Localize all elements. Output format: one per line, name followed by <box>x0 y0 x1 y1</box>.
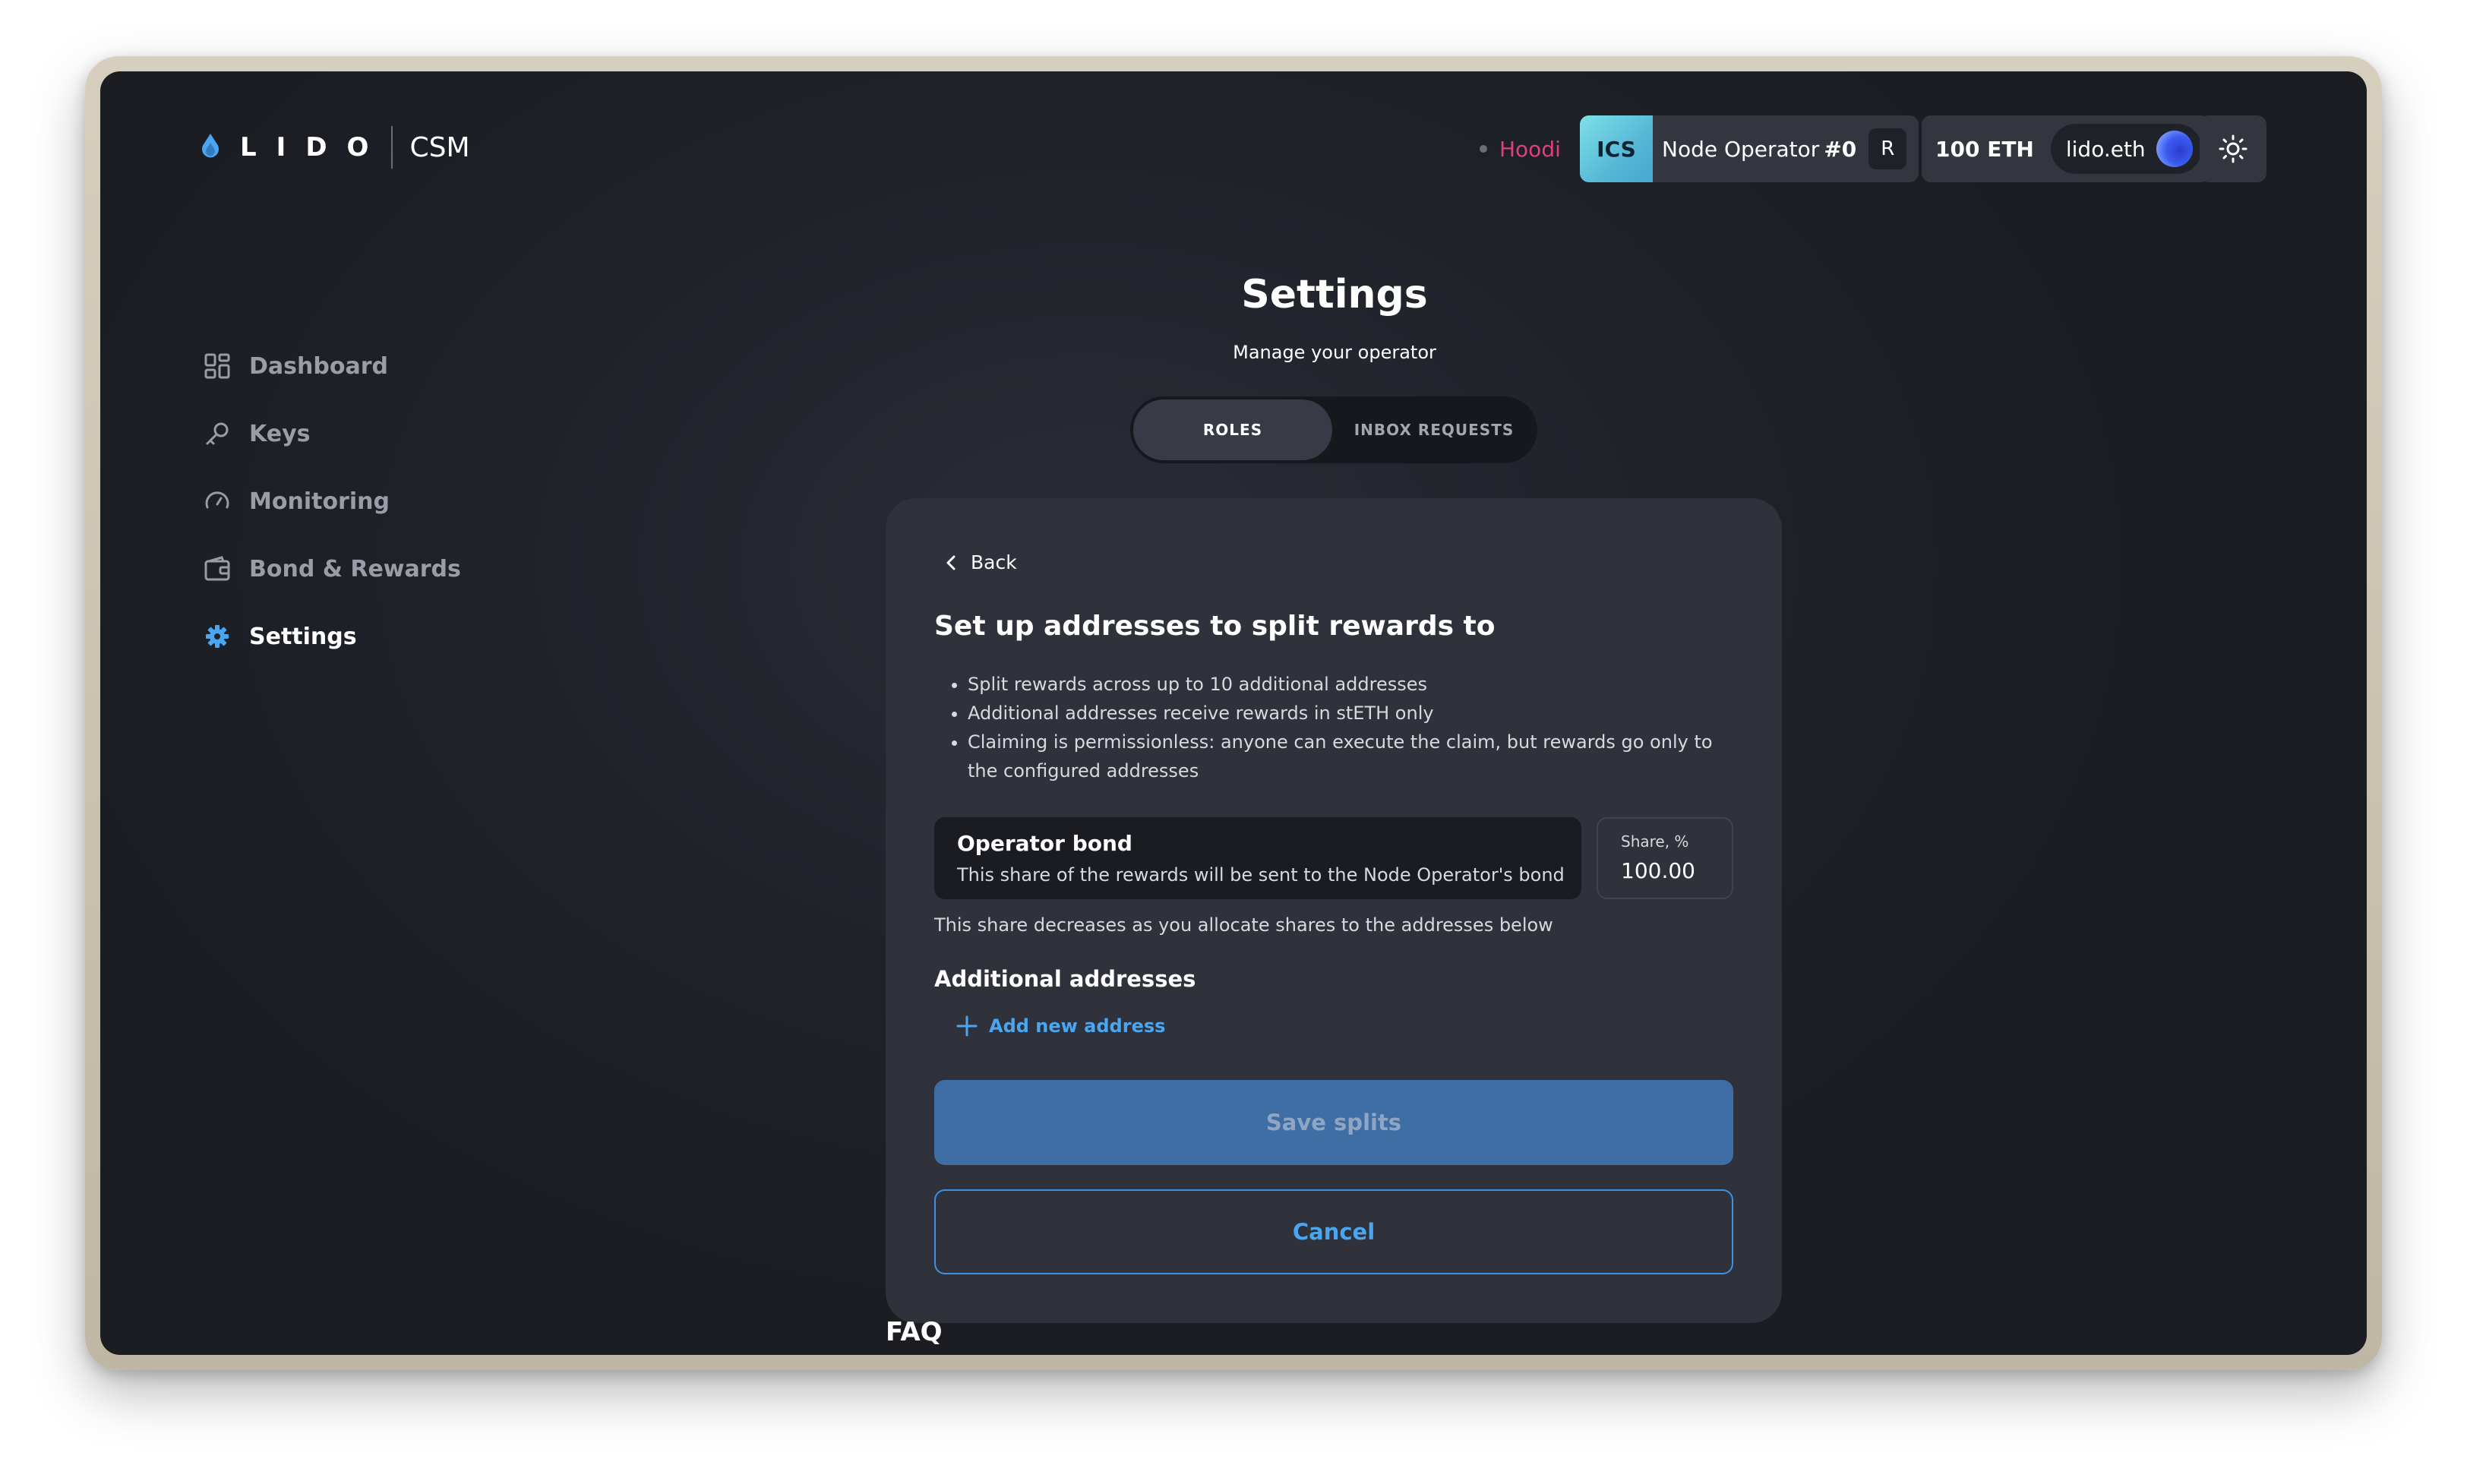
network-name: Hoodi <box>1499 136 1561 162</box>
cancel-button[interactable]: Cancel <box>934 1189 1733 1274</box>
lido-drop-icon <box>202 134 219 158</box>
split-rewards-card: Back Set up addresses to split rewards t… <box>886 498 1782 1323</box>
tab-inbox-requests[interactable]: INBOX REQUESTS <box>1334 399 1534 460</box>
list-item: Split rewards across up to 10 additional… <box>968 670 1742 699</box>
sidebar-item-bond-rewards[interactable]: Bond & Rewards <box>202 548 506 590</box>
operator-bond-row: Operator bond This share of the rewards … <box>934 817 1581 899</box>
eth-balance: 100 ETH <box>1935 136 2034 162</box>
sidebar-item-label: Monitoring <box>249 488 390 515</box>
sun-icon <box>2219 134 2247 163</box>
share-label: Share, % <box>1621 832 1689 851</box>
page-subtitle: Manage your operator <box>1233 342 1436 363</box>
wallet-button[interactable]: 100 ETH lido.eth <box>1922 115 2210 182</box>
account-chip[interactable]: lido.eth <box>2050 124 2202 174</box>
network-indicator[interactable]: Hoodi <box>1480 115 1561 182</box>
sidebar: Dashboard Keys Monitoring Bond & Rewards… <box>202 345 506 683</box>
additional-addresses-heading: Additional addresses <box>934 966 1196 992</box>
faq-heading: FAQ <box>886 1317 943 1347</box>
logo-separator <box>391 126 393 169</box>
add-new-address-label: Add new address <box>989 1015 1166 1037</box>
sidebar-item-settings[interactable]: Settings <box>202 615 506 658</box>
network-status-dot <box>1480 145 1487 153</box>
info-list: Split rewards across up to 10 additional… <box>934 670 1742 785</box>
share-value: 100.00 <box>1621 858 1695 883</box>
page-title: Settings <box>1241 272 1428 317</box>
save-splits-button[interactable]: Save splits <box>934 1080 1733 1165</box>
logo-text: LIDO <box>240 132 389 163</box>
card-title: Set up addresses to split rewards to <box>934 611 1496 642</box>
product-name: CSM <box>409 131 470 163</box>
sidebar-item-label: Keys <box>249 420 311 447</box>
avatar <box>2156 131 2193 167</box>
list-item: Additional addresses receive rewards in … <box>968 699 1742 728</box>
operator-selector[interactable]: ICS Node Operator #0 R <box>1580 115 1919 182</box>
operator-name: Node Operator <box>1662 136 1820 162</box>
back-button[interactable]: Back <box>945 551 1017 573</box>
device-frame: LIDO CSM Hoodi ICS Node Operator #0 R 10… <box>85 56 2382 1370</box>
sidebar-item-label: Settings <box>249 623 357 650</box>
ens-name: lido.eth <box>2065 136 2146 162</box>
operator-number: #0 <box>1824 136 1857 162</box>
chevron-left-icon <box>946 555 956 570</box>
share-field: Share, % 100.00 <box>1597 817 1733 899</box>
add-new-address-button[interactable]: Add new address <box>956 1015 1165 1037</box>
list-item: Claiming is permissionless: anyone can e… <box>968 728 1742 785</box>
gauge-icon <box>202 486 232 516</box>
sidebar-item-monitoring[interactable]: Monitoring <box>202 480 506 523</box>
sidebar-item-keys[interactable]: Keys <box>202 412 506 455</box>
role-badge: R <box>1868 128 1907 169</box>
logo[interactable]: LIDO CSM <box>199 123 470 172</box>
operator-bond-description: This share of the rewards will be sent t… <box>957 864 1565 886</box>
app-screen: LIDO CSM Hoodi ICS Node Operator #0 R 10… <box>100 71 2367 1355</box>
back-label: Back <box>971 551 1017 573</box>
gear-icon <box>202 621 232 652</box>
tab-roles[interactable]: ROLES <box>1133 399 1332 460</box>
plus-icon <box>956 1015 978 1037</box>
share-hint: This share decreases as you allocate sha… <box>934 914 1553 936</box>
sidebar-item-label: Bond & Rewards <box>249 555 461 583</box>
theme-toggle-button[interactable] <box>2200 115 2266 182</box>
wallet-icon <box>202 554 232 584</box>
operator-type-badge: ICS <box>1580 115 1653 182</box>
operator-bond-title: Operator bond <box>957 831 1132 856</box>
key-icon <box>202 418 232 449</box>
settings-tabs: ROLES INBOX REQUESTS <box>1130 396 1537 463</box>
